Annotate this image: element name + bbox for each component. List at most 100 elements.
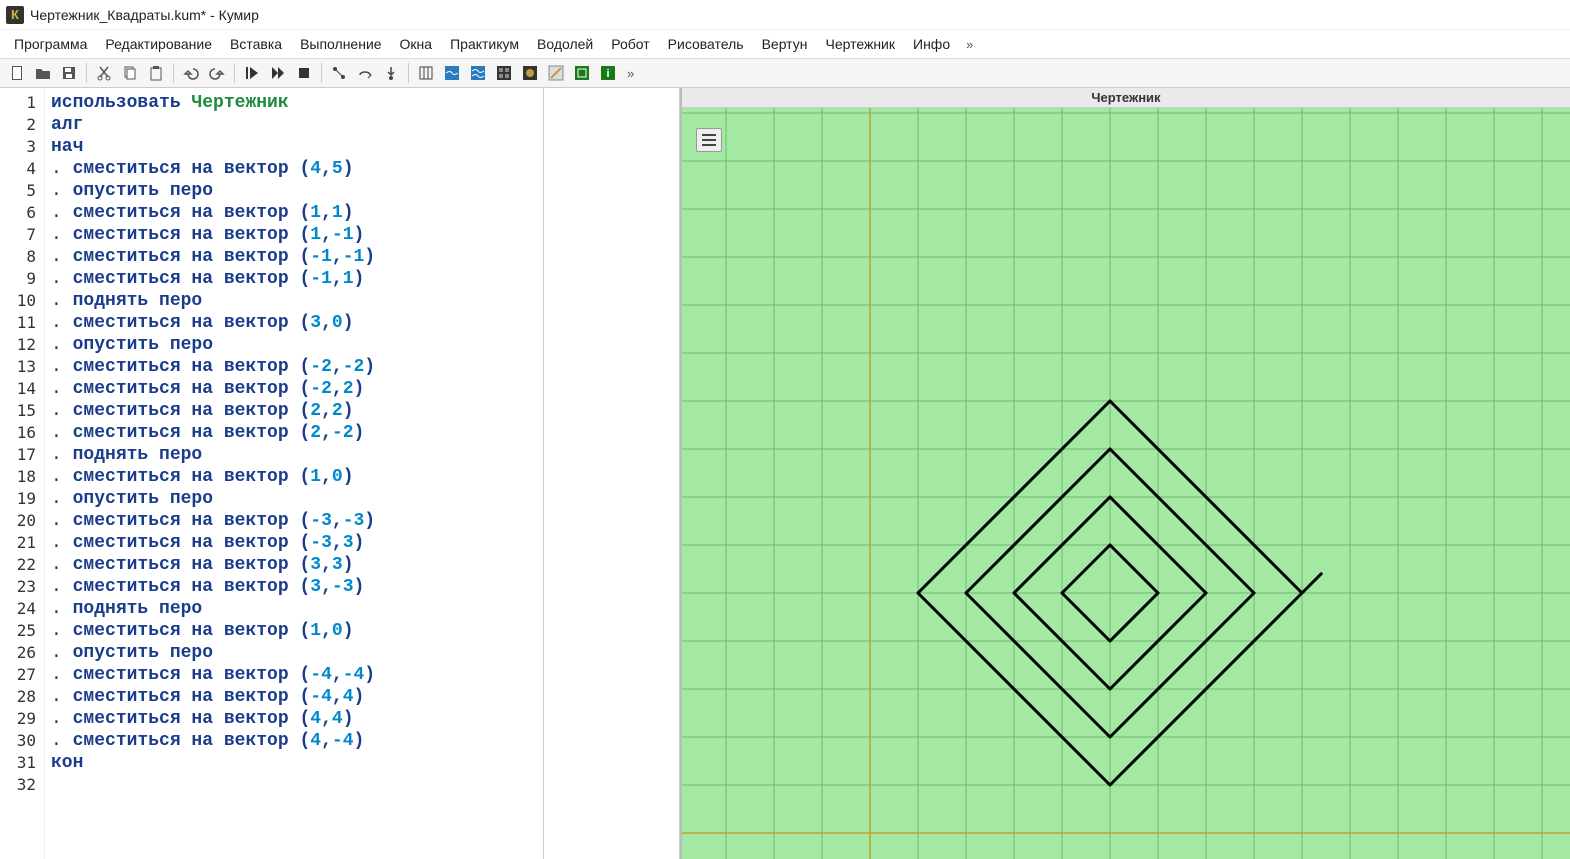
code-line[interactable]: . поднять перо — [51, 290, 543, 312]
line-number: 3 — [0, 136, 44, 158]
drafter-canvas[interactable] — [682, 108, 1570, 859]
window-title: Чертежник_Квадраты.kum* - Кумир — [30, 7, 259, 23]
run-fast-button[interactable] — [267, 62, 289, 84]
menu-редактирование[interactable]: Редактирование — [97, 32, 220, 56]
line-gutter: 1234567891011121314151617181920212223242… — [0, 88, 45, 859]
line-number: 26 — [0, 642, 44, 664]
line-number: 18 — [0, 466, 44, 488]
code-editor[interactable]: использовать Чертежникалгнач. сместиться… — [45, 88, 544, 859]
copy-button[interactable] — [119, 62, 141, 84]
drafter-title: Чертежник — [682, 88, 1570, 108]
code-line[interactable]: . сместиться на вектор (-1,1) — [51, 268, 543, 290]
main-area: 1234567891011121314151617181920212223242… — [0, 88, 1570, 859]
code-line[interactable]: . сместиться на вектор (1,-1) — [51, 224, 543, 246]
tool-info-button[interactable]: i — [597, 62, 619, 84]
tool-grid-button[interactable] — [415, 62, 437, 84]
code-line[interactable]: . сместиться на вектор (2,-2) — [51, 422, 543, 444]
line-number: 17 — [0, 444, 44, 466]
code-line[interactable] — [51, 774, 543, 796]
menu-вставка[interactable]: Вставка — [222, 32, 290, 56]
open-file-button[interactable] — [32, 62, 54, 84]
menu-окна[interactable]: Окна — [392, 32, 441, 56]
menu-выполнение[interactable]: Выполнение — [292, 32, 389, 56]
cut-button[interactable] — [93, 62, 115, 84]
code-line[interactable]: . сместиться на вектор (4,-4) — [51, 730, 543, 752]
code-line[interactable]: алг — [51, 114, 543, 136]
step-over-button[interactable] — [354, 62, 376, 84]
code-line[interactable]: . сместиться на вектор (-4,-4) — [51, 664, 543, 686]
code-line[interactable]: использовать Чертежник — [51, 92, 543, 114]
step-button[interactable] — [328, 62, 350, 84]
code-line[interactable]: . опустить перо — [51, 642, 543, 664]
canvas-menu-button[interactable] — [696, 128, 722, 152]
code-line[interactable]: . сместиться на вектор (-4,4) — [51, 686, 543, 708]
tool-robot-button[interactable] — [493, 62, 515, 84]
menu-инфо[interactable]: Инфо — [905, 32, 958, 56]
code-line[interactable]: . опустить перо — [51, 488, 543, 510]
code-line[interactable]: . поднять перо — [51, 598, 543, 620]
line-number: 10 — [0, 290, 44, 312]
tool-turtle-button[interactable] — [545, 62, 567, 84]
line-number: 11 — [0, 312, 44, 334]
code-line[interactable]: . опустить перо — [51, 180, 543, 202]
code-line[interactable]: . сместиться на вектор (2,2) — [51, 400, 543, 422]
svg-text:i: i — [606, 68, 609, 80]
menubar: ПрограммаРедактированиеВставкаВыполнение… — [0, 30, 1570, 58]
menu-практикум[interactable]: Практикум — [442, 32, 527, 56]
line-number: 24 — [0, 598, 44, 620]
line-number: 8 — [0, 246, 44, 268]
code-line[interactable]: . сместиться на вектор (3,0) — [51, 312, 543, 334]
line-number: 6 — [0, 202, 44, 224]
tool-drafter-button[interactable] — [571, 62, 593, 84]
code-line[interactable]: . сместиться на вектор (-2,-2) — [51, 356, 543, 378]
line-number: 15 — [0, 400, 44, 422]
line-number: 32 — [0, 774, 44, 796]
menu-вертун[interactable]: Вертун — [754, 32, 816, 56]
code-line[interactable]: . сместиться на вектор (1,0) — [51, 466, 543, 488]
code-line[interactable]: . сместиться на вектор (4,5) — [51, 158, 543, 180]
tool-wave2-button[interactable] — [467, 62, 489, 84]
code-line[interactable]: . опустить перо — [51, 334, 543, 356]
menu-программа[interactable]: Программа — [6, 32, 95, 56]
redo-button[interactable] — [206, 62, 228, 84]
save-file-button[interactable] — [58, 62, 80, 84]
line-number: 4 — [0, 158, 44, 180]
code-line[interactable]: . сместиться на вектор (4,4) — [51, 708, 543, 730]
toolbar: i » — [0, 58, 1570, 88]
code-line[interactable]: . сместиться на вектор (-2,2) — [51, 378, 543, 400]
menu-водолей[interactable]: Водолей — [529, 32, 601, 56]
stop-button[interactable] — [293, 62, 315, 84]
line-number: 28 — [0, 686, 44, 708]
toolbar-more-button[interactable]: » — [623, 66, 638, 81]
menu-робот[interactable]: Робот — [603, 32, 657, 56]
code-line[interactable]: нач — [51, 136, 543, 158]
code-line[interactable]: . сместиться на вектор (1,1) — [51, 202, 543, 224]
tool-painter-button[interactable] — [519, 62, 541, 84]
step-into-button[interactable] — [380, 62, 402, 84]
editor-margin — [544, 88, 679, 859]
code-line[interactable]: . сместиться на вектор (3,3) — [51, 554, 543, 576]
menu-рисователь[interactable]: Рисователь — [660, 32, 752, 56]
code-line[interactable]: . поднять перо — [51, 444, 543, 466]
code-line[interactable]: кон — [51, 752, 543, 774]
menu-чертежник[interactable]: Чертежник — [817, 32, 903, 56]
line-number: 7 — [0, 224, 44, 246]
line-number: 23 — [0, 576, 44, 598]
new-file-button[interactable] — [6, 62, 28, 84]
menu-more[interactable]: » — [960, 33, 979, 56]
drafter-pane: Чертежник — [680, 88, 1570, 859]
toolbar-separator — [173, 63, 174, 83]
line-number: 16 — [0, 422, 44, 444]
line-number: 22 — [0, 554, 44, 576]
code-line[interactable]: . сместиться на вектор (-3,3) — [51, 532, 543, 554]
tool-vodoley-button[interactable] — [441, 62, 463, 84]
toolbar-separator — [234, 63, 235, 83]
code-line[interactable]: . сместиться на вектор (-3,-3) — [51, 510, 543, 532]
line-number: 1 — [0, 92, 44, 114]
code-line[interactable]: . сместиться на вектор (1,0) — [51, 620, 543, 642]
run-button[interactable] — [241, 62, 263, 84]
code-line[interactable]: . сместиться на вектор (3,-3) — [51, 576, 543, 598]
code-line[interactable]: . сместиться на вектор (-1,-1) — [51, 246, 543, 268]
undo-button[interactable] — [180, 62, 202, 84]
paste-button[interactable] — [145, 62, 167, 84]
